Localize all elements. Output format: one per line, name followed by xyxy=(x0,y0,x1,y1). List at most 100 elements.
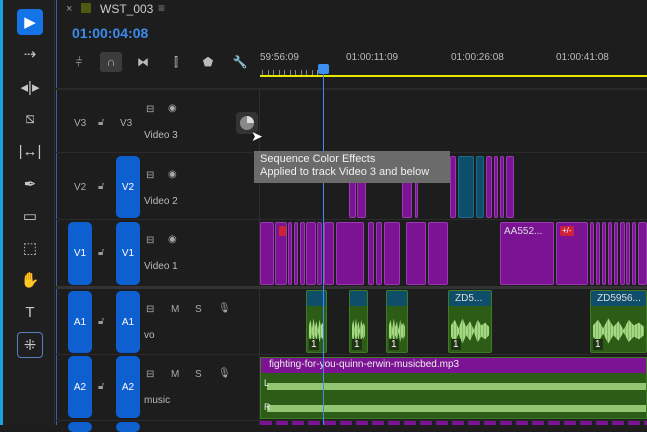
vo-audio-clip[interactable]: 1 xyxy=(386,290,408,353)
v1-video-clip[interactable]: +/- xyxy=(556,222,588,285)
insert-nest-button[interactable]: ⫩ xyxy=(68,52,90,72)
v1-video-clip[interactable] xyxy=(336,222,364,285)
v2-video-clip[interactable] xyxy=(494,156,498,218)
sync-lock-icon[interactable]: ⊟ xyxy=(146,369,154,380)
clip-name: ZD5... xyxy=(455,293,483,304)
a3-clips[interactable] xyxy=(260,421,647,425)
a2-source-button[interactable]: A2 xyxy=(68,356,92,418)
v1-video-clip[interactable] xyxy=(275,222,287,285)
linked-selection-button[interactable]: ⧓ xyxy=(132,52,154,72)
v1-video-clip[interactable] xyxy=(428,222,448,285)
v3-source-label[interactable]: V3 xyxy=(74,118,86,129)
v1-video-clip[interactable] xyxy=(384,222,400,285)
v3-target-label[interactable]: V3 xyxy=(120,118,132,129)
v2-video-clip[interactable] xyxy=(500,156,504,218)
v2-video-clip[interactable] xyxy=(450,156,456,218)
vo-audio-clip[interactable]: ZD5956... 1 xyxy=(590,290,647,353)
v1-video-clip[interactable] xyxy=(288,222,292,285)
v1-video-clip[interactable]: AA552... xyxy=(500,222,554,285)
v1-video-clip[interactable] xyxy=(324,222,334,285)
channel-number: 1 xyxy=(352,339,362,350)
divider xyxy=(56,354,647,355)
v1-video-clip[interactable] xyxy=(608,222,612,285)
solo-button[interactable]: S xyxy=(195,304,202,315)
v1-video-clip[interactable] xyxy=(632,222,636,285)
hand-tool[interactable]: ✋ xyxy=(17,267,43,293)
lock-icon[interactable]: 🔓︎ xyxy=(98,247,104,258)
ripple-edit-tool[interactable]: ◂|▸ xyxy=(17,74,43,100)
lock-icon[interactable]: 🔓︎ xyxy=(98,181,104,192)
rate-stretch-tool[interactable]: ⬚ xyxy=(17,235,43,261)
settings-wrench-button[interactable]: 🔧 xyxy=(229,52,251,72)
v1-video-clip[interactable] xyxy=(596,222,600,285)
vo-audio-clip[interactable]: ZD5... 1 xyxy=(448,290,492,353)
rectangle-tool[interactable]: ▭ xyxy=(17,203,43,229)
v2-video-clip[interactable] xyxy=(476,156,484,218)
v2-source-label[interactable]: V2 xyxy=(74,182,86,193)
v1-video-clip[interactable] xyxy=(590,222,594,285)
marker-button[interactable]: ⬟ xyxy=(197,52,219,72)
a1-source-button[interactable]: A1 xyxy=(68,291,92,353)
v1-video-clip[interactable] xyxy=(620,222,625,285)
sync-lock-icon[interactable]: ⊟ xyxy=(146,170,154,181)
selection-tool[interactable]: ▶ xyxy=(17,9,43,35)
v1-video-clip[interactable] xyxy=(300,222,305,285)
hand-icon: ✋ xyxy=(20,272,40,290)
playhead-timecode[interactable]: 01:00:04:08 xyxy=(72,25,148,41)
v1-video-clip[interactable] xyxy=(260,222,274,285)
sync-lock-icon[interactable]: ⊟ xyxy=(146,235,154,246)
razor-tool[interactable]: ⧅ xyxy=(17,106,43,132)
playhead-line[interactable] xyxy=(323,70,324,425)
microphone-icon[interactable]: 🎙︎ xyxy=(218,303,231,314)
v2-video-clip[interactable] xyxy=(486,156,492,218)
clip-name: ZD5956... xyxy=(597,293,641,304)
v2-target-button[interactable]: V2 xyxy=(116,156,140,218)
type-tool[interactable]: T xyxy=(17,300,43,326)
eye-icon[interactable]: ◉ xyxy=(168,234,177,245)
mute-button[interactable]: M xyxy=(171,304,179,315)
v1-video-clip[interactable] xyxy=(368,222,374,285)
v1-video-clip[interactable] xyxy=(294,222,298,285)
microphone-icon[interactable]: 🎙︎ xyxy=(218,368,231,379)
track-select-tool[interactable]: ⇢ xyxy=(17,41,43,67)
add-marker-button[interactable]: ⫿ xyxy=(165,52,187,72)
v1-video-clip[interactable] xyxy=(376,222,382,285)
tooltip: Sequence Color Effects Applied to track … xyxy=(254,151,450,183)
a1-target-button[interactable]: A1 xyxy=(116,291,140,353)
vo-audio-clip[interactable]: 1 xyxy=(349,290,368,353)
sync-lock-icon[interactable]: ⊟ xyxy=(146,104,154,115)
v2-video-clip[interactable] xyxy=(458,156,474,218)
v1-source-button[interactable]: V1 xyxy=(68,222,92,285)
snap-button[interactable]: ∩ xyxy=(100,52,122,72)
mute-button[interactable]: M xyxy=(171,369,179,380)
panel-menu-icon[interactable]: ≡ xyxy=(158,1,165,15)
v1-video-clip[interactable] xyxy=(317,222,322,285)
remix-tool[interactable]: ⁜ xyxy=(17,332,43,358)
v1-video-clip[interactable] xyxy=(638,222,647,285)
lock-icon[interactable]: 🔓︎ xyxy=(98,316,104,327)
slip-tool[interactable]: |↔| xyxy=(17,138,43,164)
sequence-tab[interactable]: WST_003 xyxy=(100,2,153,16)
music-audio-clip[interactable]: fighting-for-you-quinn-erwin-musicbed.mp… xyxy=(260,357,647,419)
v2-video-clip[interactable] xyxy=(506,156,514,218)
eye-icon[interactable]: ◉ xyxy=(168,169,177,180)
a3-target-button[interactable] xyxy=(116,422,140,432)
sync-lock-icon[interactable]: ⊟ xyxy=(146,304,154,315)
v1-video-clip[interactable] xyxy=(306,222,316,285)
v1-video-clip[interactable] xyxy=(602,222,606,285)
lock-icon[interactable]: 🔓︎ xyxy=(98,381,104,392)
a2-target-button[interactable]: A2 xyxy=(116,356,140,418)
ruler-tick xyxy=(262,70,263,75)
pen-tool[interactable]: ✒ xyxy=(17,171,43,197)
work-area-bar[interactable] xyxy=(260,75,647,77)
eye-icon[interactable]: ◉ xyxy=(168,103,177,114)
a3-source-button[interactable] xyxy=(68,422,92,432)
solo-button[interactable]: S xyxy=(195,369,202,380)
v1-target-button[interactable]: V1 xyxy=(116,222,140,285)
close-tab-icon[interactable]: × xyxy=(66,3,72,15)
lock-icon[interactable]: 🔓︎ xyxy=(98,117,104,128)
v1-video-clip[interactable] xyxy=(406,222,426,285)
ruler-label: 01:00:41:08 xyxy=(556,52,609,63)
v1-video-clip[interactable] xyxy=(614,222,618,285)
v1-video-clip[interactable] xyxy=(626,222,630,285)
